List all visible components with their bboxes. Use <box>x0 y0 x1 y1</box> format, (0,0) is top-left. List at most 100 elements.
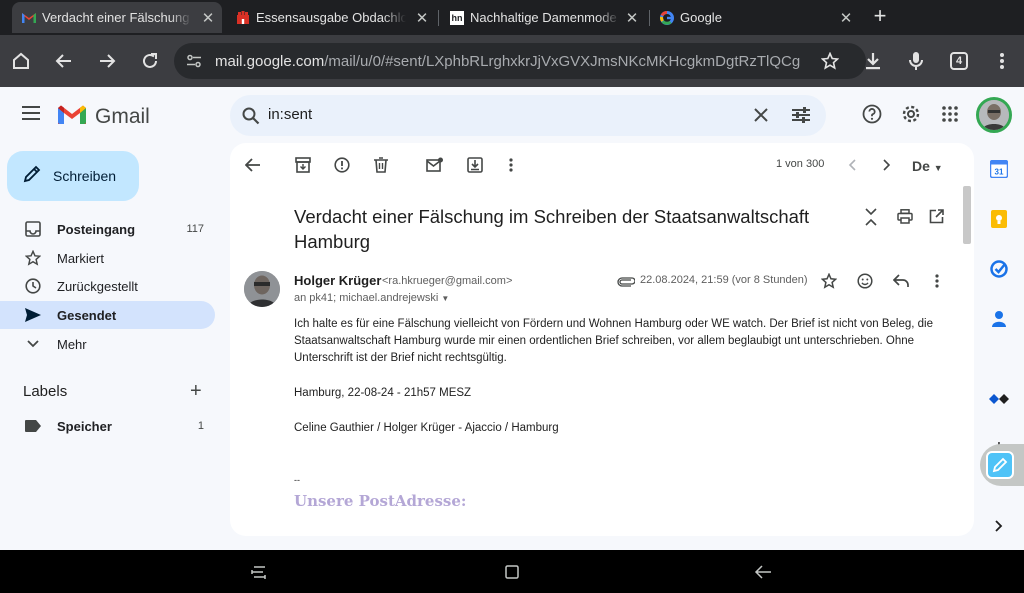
label-tag-icon <box>24 420 42 432</box>
star-icon <box>24 250 42 266</box>
expand-collapse-icon[interactable] <box>865 208 877 231</box>
search-icon[interactable] <box>242 107 260 130</box>
site-settings-icon[interactable] <box>186 53 202 74</box>
system-back-icon[interactable] <box>754 564 772 585</box>
close-tab-icon[interactable]: ✕ <box>198 9 218 27</box>
message-date: 22.08.2024, 21:59 (vor 8 Stunden) <box>640 274 808 286</box>
inbox-icon <box>24 221 42 237</box>
addon-app-icon[interactable] <box>989 389 1009 409</box>
signature-heading: Unsere PostAdresse: <box>294 492 467 510</box>
tab-switcher-button[interactable]: 4 <box>946 48 972 74</box>
open-new-window-icon[interactable] <box>929 209 944 229</box>
gmail-icon <box>22 11 36 25</box>
clear-search-icon[interactable] <box>754 108 768 127</box>
sidebar-item-inbox[interactable]: Posteingang 117 <box>0 215 215 243</box>
edit-note-icon <box>986 451 1014 479</box>
floating-edit-bubble[interactable] <box>980 444 1024 486</box>
expand-side-panel-icon[interactable] <box>989 516 1009 536</box>
sidebar-item-more[interactable]: Mehr <box>0 330 215 358</box>
apps-grid-icon[interactable] <box>942 106 958 127</box>
tab-title: Essensausgabe Obdachlose Hamburg <box>256 10 406 25</box>
browser-tab-google[interactable]: Google ✕ <box>650 2 860 33</box>
gmail-logo-text: Gmail <box>95 105 150 128</box>
search-bar[interactable]: in:sent <box>230 95 826 136</box>
report-spam-icon[interactable] <box>332 155 352 175</box>
help-icon[interactable] <box>862 104 882 129</box>
keep-icon[interactable] <box>989 209 1009 229</box>
address-bar[interactable]: mail.google.com/mail/u/0/#sent/LXphbRLrg… <box>174 43 866 79</box>
more-options-icon[interactable] <box>501 155 521 175</box>
tab-count: 4 <box>950 52 968 70</box>
mark-unread-icon[interactable] <box>425 155 445 175</box>
sender-avatar[interactable] <box>244 271 280 307</box>
sidebar-item-label: Markiert <box>57 250 104 266</box>
tasks-icon[interactable] <box>989 259 1009 279</box>
download-icon[interactable] <box>860 48 886 74</box>
more-vert-icon[interactable] <box>989 48 1015 74</box>
delete-icon[interactable] <box>371 155 391 175</box>
sidebar-item-sent[interactable]: Gesendet <box>0 301 215 329</box>
search-input[interactable]: in:sent <box>268 106 312 123</box>
contacts-icon[interactable] <box>989 309 1009 329</box>
message-subject: Verdacht einer Fälschung im Schreiben de… <box>294 206 810 252</box>
clock-icon <box>24 278 42 294</box>
message-more-icon[interactable] <box>935 274 939 293</box>
sidebar-label-speicher[interactable]: Speicher 1 <box>0 412 215 440</box>
sidebar-item-starred[interactable]: Markiert <box>0 244 215 272</box>
recipients-line[interactable]: an pk41; michael.andrejewski ▼ <box>294 292 449 304</box>
system-navigation-bar <box>0 550 1024 593</box>
browser-tab-damenmode[interactable]: hn Nachhaltige Damenmode - Nachhaltig ✕ <box>440 2 646 33</box>
newer-chevron-icon[interactable] <box>842 155 862 175</box>
add-to-tasks-icon[interactable] <box>465 155 485 175</box>
pager-text: 1 von 300 <box>776 158 825 170</box>
input-language-button[interactable]: De ▼ <box>912 158 943 174</box>
hamburg-icon <box>236 11 250 25</box>
message-body-paragraph: Ich halte es für eine Fälschung vielleic… <box>294 318 934 364</box>
settings-gear-icon[interactable] <box>901 104 921 129</box>
sidebar-item-snoozed[interactable]: Zurückgestellt <box>0 272 215 300</box>
print-icon[interactable] <box>897 209 913 229</box>
close-tab-icon[interactable]: ✕ <box>836 9 856 27</box>
labels-heading: Labels <box>23 383 68 400</box>
tab-title: Google <box>680 10 722 25</box>
label-count: 1 <box>197 420 204 432</box>
reply-icon[interactable] <box>892 274 909 293</box>
close-tab-icon[interactable]: ✕ <box>412 9 432 27</box>
add-label-icon[interactable]: + <box>190 380 202 403</box>
main-menu-icon[interactable] <box>22 105 42 126</box>
star-message-icon[interactable] <box>820 272 838 294</box>
home-button-icon[interactable] <box>505 565 519 584</box>
sidebar-item-label: Speicher <box>57 418 112 434</box>
emoji-reaction-icon[interactable] <box>857 273 873 294</box>
scrollbar-thumb[interactable] <box>963 186 971 244</box>
message-body-place-date: Hamburg, 22-08-24 - 21h57 MESZ <box>294 387 472 399</box>
tab-separator <box>438 10 439 26</box>
microphone-icon[interactable] <box>903 48 929 74</box>
hn-icon: hn <box>450 10 464 25</box>
bookmark-star-icon[interactable] <box>820 51 840 75</box>
older-chevron-icon[interactable] <box>877 155 897 175</box>
close-tab-icon[interactable]: ✕ <box>622 9 642 27</box>
account-avatar[interactable] <box>976 97 1012 133</box>
back-arrow-icon[interactable] <box>51 48 77 74</box>
home-icon[interactable] <box>8 48 34 74</box>
message-body-names: Celine Gauthier / Holger Krüger - Ajacci… <box>294 422 559 434</box>
new-tab-button[interactable]: + <box>868 4 892 28</box>
recent-apps-icon[interactable] <box>251 565 267 584</box>
recipients-text: an pk41; michael.andrejewski <box>294 292 439 304</box>
browser-tab-essensausgabe[interactable]: Essensausgabe Obdachlose Hamburg ✕ <box>226 2 436 33</box>
sender-name: Holger Krüger <box>294 273 382 288</box>
unread-count: 117 <box>186 223 204 235</box>
archive-icon[interactable] <box>293 155 313 175</box>
language-code: De <box>912 158 930 174</box>
back-to-list-icon[interactable] <box>243 155 263 175</box>
forward-arrow-icon[interactable] <box>94 48 120 74</box>
browser-tab-gmail[interactable]: Verdacht einer Fälschung im Schreiben ✕ <box>12 2 222 33</box>
compose-button[interactable]: Schreiben <box>7 151 139 201</box>
calendar-icon[interactable]: 31 <box>989 159 1009 179</box>
gmail-logo-icon[interactable] <box>58 105 86 131</box>
reload-icon[interactable] <box>137 48 163 74</box>
url-path: /mail/u/0/#sent/LXphbRLrghxkrJjVxGVXJmsN… <box>324 53 801 70</box>
show-details-icon[interactable]: ▼ <box>441 294 449 303</box>
search-options-icon[interactable] <box>792 107 810 128</box>
